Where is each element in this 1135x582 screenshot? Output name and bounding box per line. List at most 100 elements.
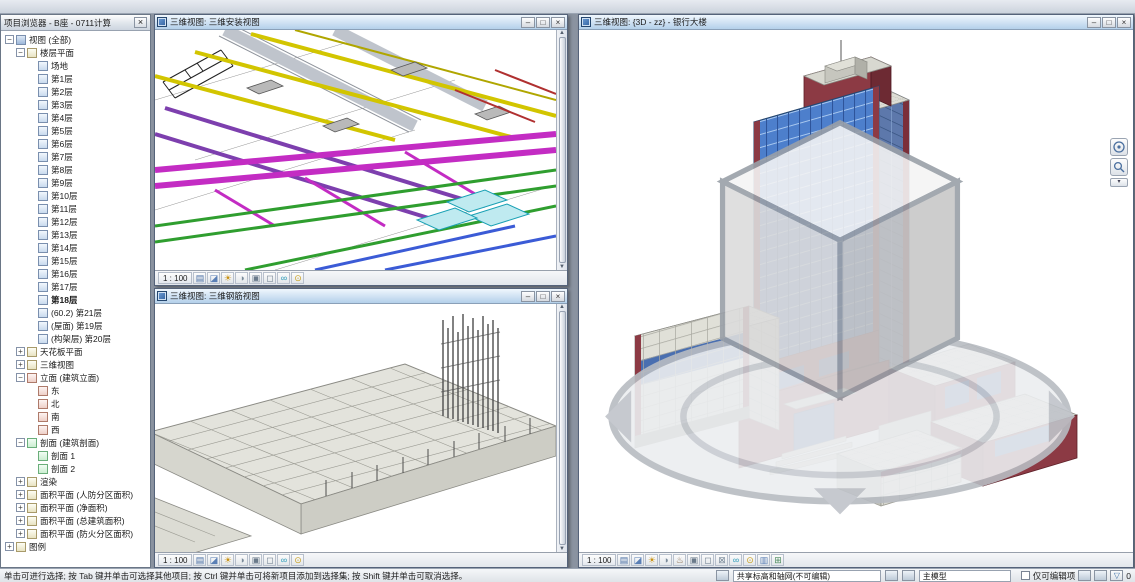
expand-icon[interactable]: +: [16, 516, 25, 525]
scrollbar-thumb[interactable]: [559, 311, 566, 545]
active-workset-field[interactable]: 共享标高和轴网(不可编辑): [733, 570, 881, 582]
close-icon[interactable]: ×: [551, 17, 565, 28]
tree-item[interactable]: +面积平面 (防火分区面积): [3, 527, 150, 540]
shadows-icon[interactable]: ◑: [659, 554, 672, 566]
crop-view-icon[interactable]: ▣: [249, 554, 262, 566]
show-crop-region-icon[interactable]: ◻: [263, 554, 276, 566]
selection-filter-icon[interactable]: ▽: [1110, 570, 1123, 581]
visual-style-icon[interactable]: ◪: [207, 554, 220, 566]
editable-only-checkbox[interactable]: [1021, 571, 1030, 580]
press-drag-icon[interactable]: [1094, 570, 1107, 581]
shadows-icon[interactable]: ◑: [235, 554, 248, 566]
tree-item[interactable]: +面积平面 (总建筑面积): [3, 514, 150, 527]
tree-item[interactable]: 南: [3, 410, 150, 423]
minimize-icon[interactable]: –: [521, 291, 535, 302]
crop-view-icon[interactable]: ▣: [249, 272, 262, 284]
zoom-icon[interactable]: [1110, 158, 1128, 176]
design-options-icon[interactable]: [902, 570, 915, 581]
visual-style-icon[interactable]: ◪: [207, 272, 220, 284]
worksets-icon[interactable]: [716, 570, 729, 581]
expand-icon[interactable]: +: [16, 503, 25, 512]
reveal-constraints-icon[interactable]: ⊞: [771, 554, 784, 566]
detail-level-icon[interactable]: ▤: [193, 554, 206, 566]
steering-wheel-icon[interactable]: [1110, 138, 1128, 156]
reveal-hidden-elements-icon[interactable]: ⊙: [291, 272, 304, 284]
tree-item[interactable]: +面积平面 (人防分区面积): [3, 488, 150, 501]
view-window-rebar[interactable]: 三维视图: 三维钢筋视图 – □ ×: [154, 288, 568, 568]
tree-item[interactable]: (屋面) 第19层: [3, 319, 150, 332]
crop-view-icon[interactable]: ▣: [687, 554, 700, 566]
show-crop-region-icon[interactable]: ◻: [701, 554, 714, 566]
close-icon[interactable]: ×: [134, 17, 147, 28]
design-option-field[interactable]: 主模型: [919, 570, 1011, 582]
rebar-3d-canvas[interactable]: [155, 304, 556, 552]
tree-item[interactable]: +天花板平面: [3, 345, 150, 358]
tree-item[interactable]: 第1层: [3, 72, 150, 85]
reveal-hidden-elements-icon[interactable]: ⊙: [743, 554, 756, 566]
tree-item[interactable]: 第18层: [3, 293, 150, 306]
expand-icon[interactable]: +: [16, 360, 25, 369]
render-dialog-icon[interactable]: ♨: [673, 554, 686, 566]
tree-item[interactable]: 第3层: [3, 98, 150, 111]
vertical-scrollbar[interactable]: ▲▼: [556, 30, 567, 270]
tree-item[interactable]: 第11层: [3, 202, 150, 215]
viewcube[interactable]: [579, 38, 1117, 552]
view-window-mep[interactable]: 三维视图: 三维安装视图 – □ ×: [154, 14, 568, 286]
tree-item[interactable]: 第7层: [3, 150, 150, 163]
mep-3d-canvas[interactable]: [155, 30, 556, 270]
scrollbar-thumb[interactable]: [559, 37, 566, 263]
window-titlebar[interactable]: 三维视图: 三维安装视图 – □ ×: [155, 15, 567, 30]
tree-item[interactable]: +三维视图: [3, 358, 150, 371]
tree-item[interactable]: +图例: [3, 540, 150, 553]
tree-item[interactable]: 剖面 1: [3, 449, 150, 462]
navbar-chevron-icon[interactable]: ▾: [1110, 178, 1128, 187]
sun-path-icon[interactable]: ☀: [645, 554, 658, 566]
collapse-icon[interactable]: −: [16, 48, 25, 57]
close-icon[interactable]: ×: [551, 291, 565, 302]
unlocked-view-icon[interactable]: ⊠: [715, 554, 728, 566]
close-icon[interactable]: ×: [1117, 17, 1131, 28]
collapse-icon[interactable]: −: [16, 373, 25, 382]
expand-icon[interactable]: +: [16, 347, 25, 356]
view-window-building[interactable]: 三维视图: {3D - zz} - 银行大楼 – □ ×: [578, 14, 1134, 568]
tree-item[interactable]: 第6层: [3, 137, 150, 150]
window-titlebar[interactable]: 三维视图: {3D - zz} - 银行大楼 – □ ×: [579, 15, 1133, 30]
detail-level-icon[interactable]: ▤: [617, 554, 630, 566]
tree-item[interactable]: 第15层: [3, 254, 150, 267]
vertical-scrollbar[interactable]: ▲▼: [556, 304, 567, 552]
sun-path-icon[interactable]: ☀: [221, 554, 234, 566]
restore-icon[interactable]: □: [1102, 17, 1116, 28]
expand-icon[interactable]: +: [16, 529, 25, 538]
project-browser-titlebar[interactable]: 项目浏览器 - B座 - 0711计算 ×: [1, 15, 150, 31]
tree-item[interactable]: −立面 (建筑立面): [3, 371, 150, 384]
tree-item[interactable]: 第4层: [3, 111, 150, 124]
tree-item[interactable]: 西: [3, 423, 150, 436]
detail-level-icon[interactable]: ▤: [193, 272, 206, 284]
tree-item[interactable]: 第12层: [3, 215, 150, 228]
building-3d-canvas[interactable]: ▾: [579, 30, 1133, 552]
shadows-icon[interactable]: ◑: [235, 272, 248, 284]
view-scale-button[interactable]: 1 : 100: [582, 554, 616, 566]
tree-item[interactable]: 第8层: [3, 163, 150, 176]
temporary-hide-isolate-icon[interactable]: ∞: [729, 554, 742, 566]
collapse-icon[interactable]: −: [16, 438, 25, 447]
exclude-options-icon[interactable]: [1078, 570, 1091, 581]
tree-item[interactable]: (构架层) 第20层: [3, 332, 150, 345]
tree-item[interactable]: 第2层: [3, 85, 150, 98]
tree-item[interactable]: 第9层: [3, 176, 150, 189]
tree-item[interactable]: (60.2) 第21层: [3, 306, 150, 319]
expand-icon[interactable]: +: [16, 477, 25, 486]
view-scale-button[interactable]: 1 : 100: [158, 554, 192, 566]
temporary-hide-isolate-icon[interactable]: ∞: [277, 272, 290, 284]
tree-item[interactable]: +面积平面 (净面积): [3, 501, 150, 514]
temporary-hide-isolate-icon[interactable]: ∞: [277, 554, 290, 566]
tree-item[interactable]: 剖面 2: [3, 462, 150, 475]
tree-item[interactable]: 第5层: [3, 124, 150, 137]
tree-item[interactable]: 第13层: [3, 228, 150, 241]
reveal-hidden-elements-icon[interactable]: ⊙: [291, 554, 304, 566]
tree-item[interactable]: 东: [3, 384, 150, 397]
sun-path-icon[interactable]: ☀: [221, 272, 234, 284]
tree-item[interactable]: 第10层: [3, 189, 150, 202]
show-crop-region-icon[interactable]: ◻: [263, 272, 276, 284]
minimize-icon[interactable]: –: [521, 17, 535, 28]
